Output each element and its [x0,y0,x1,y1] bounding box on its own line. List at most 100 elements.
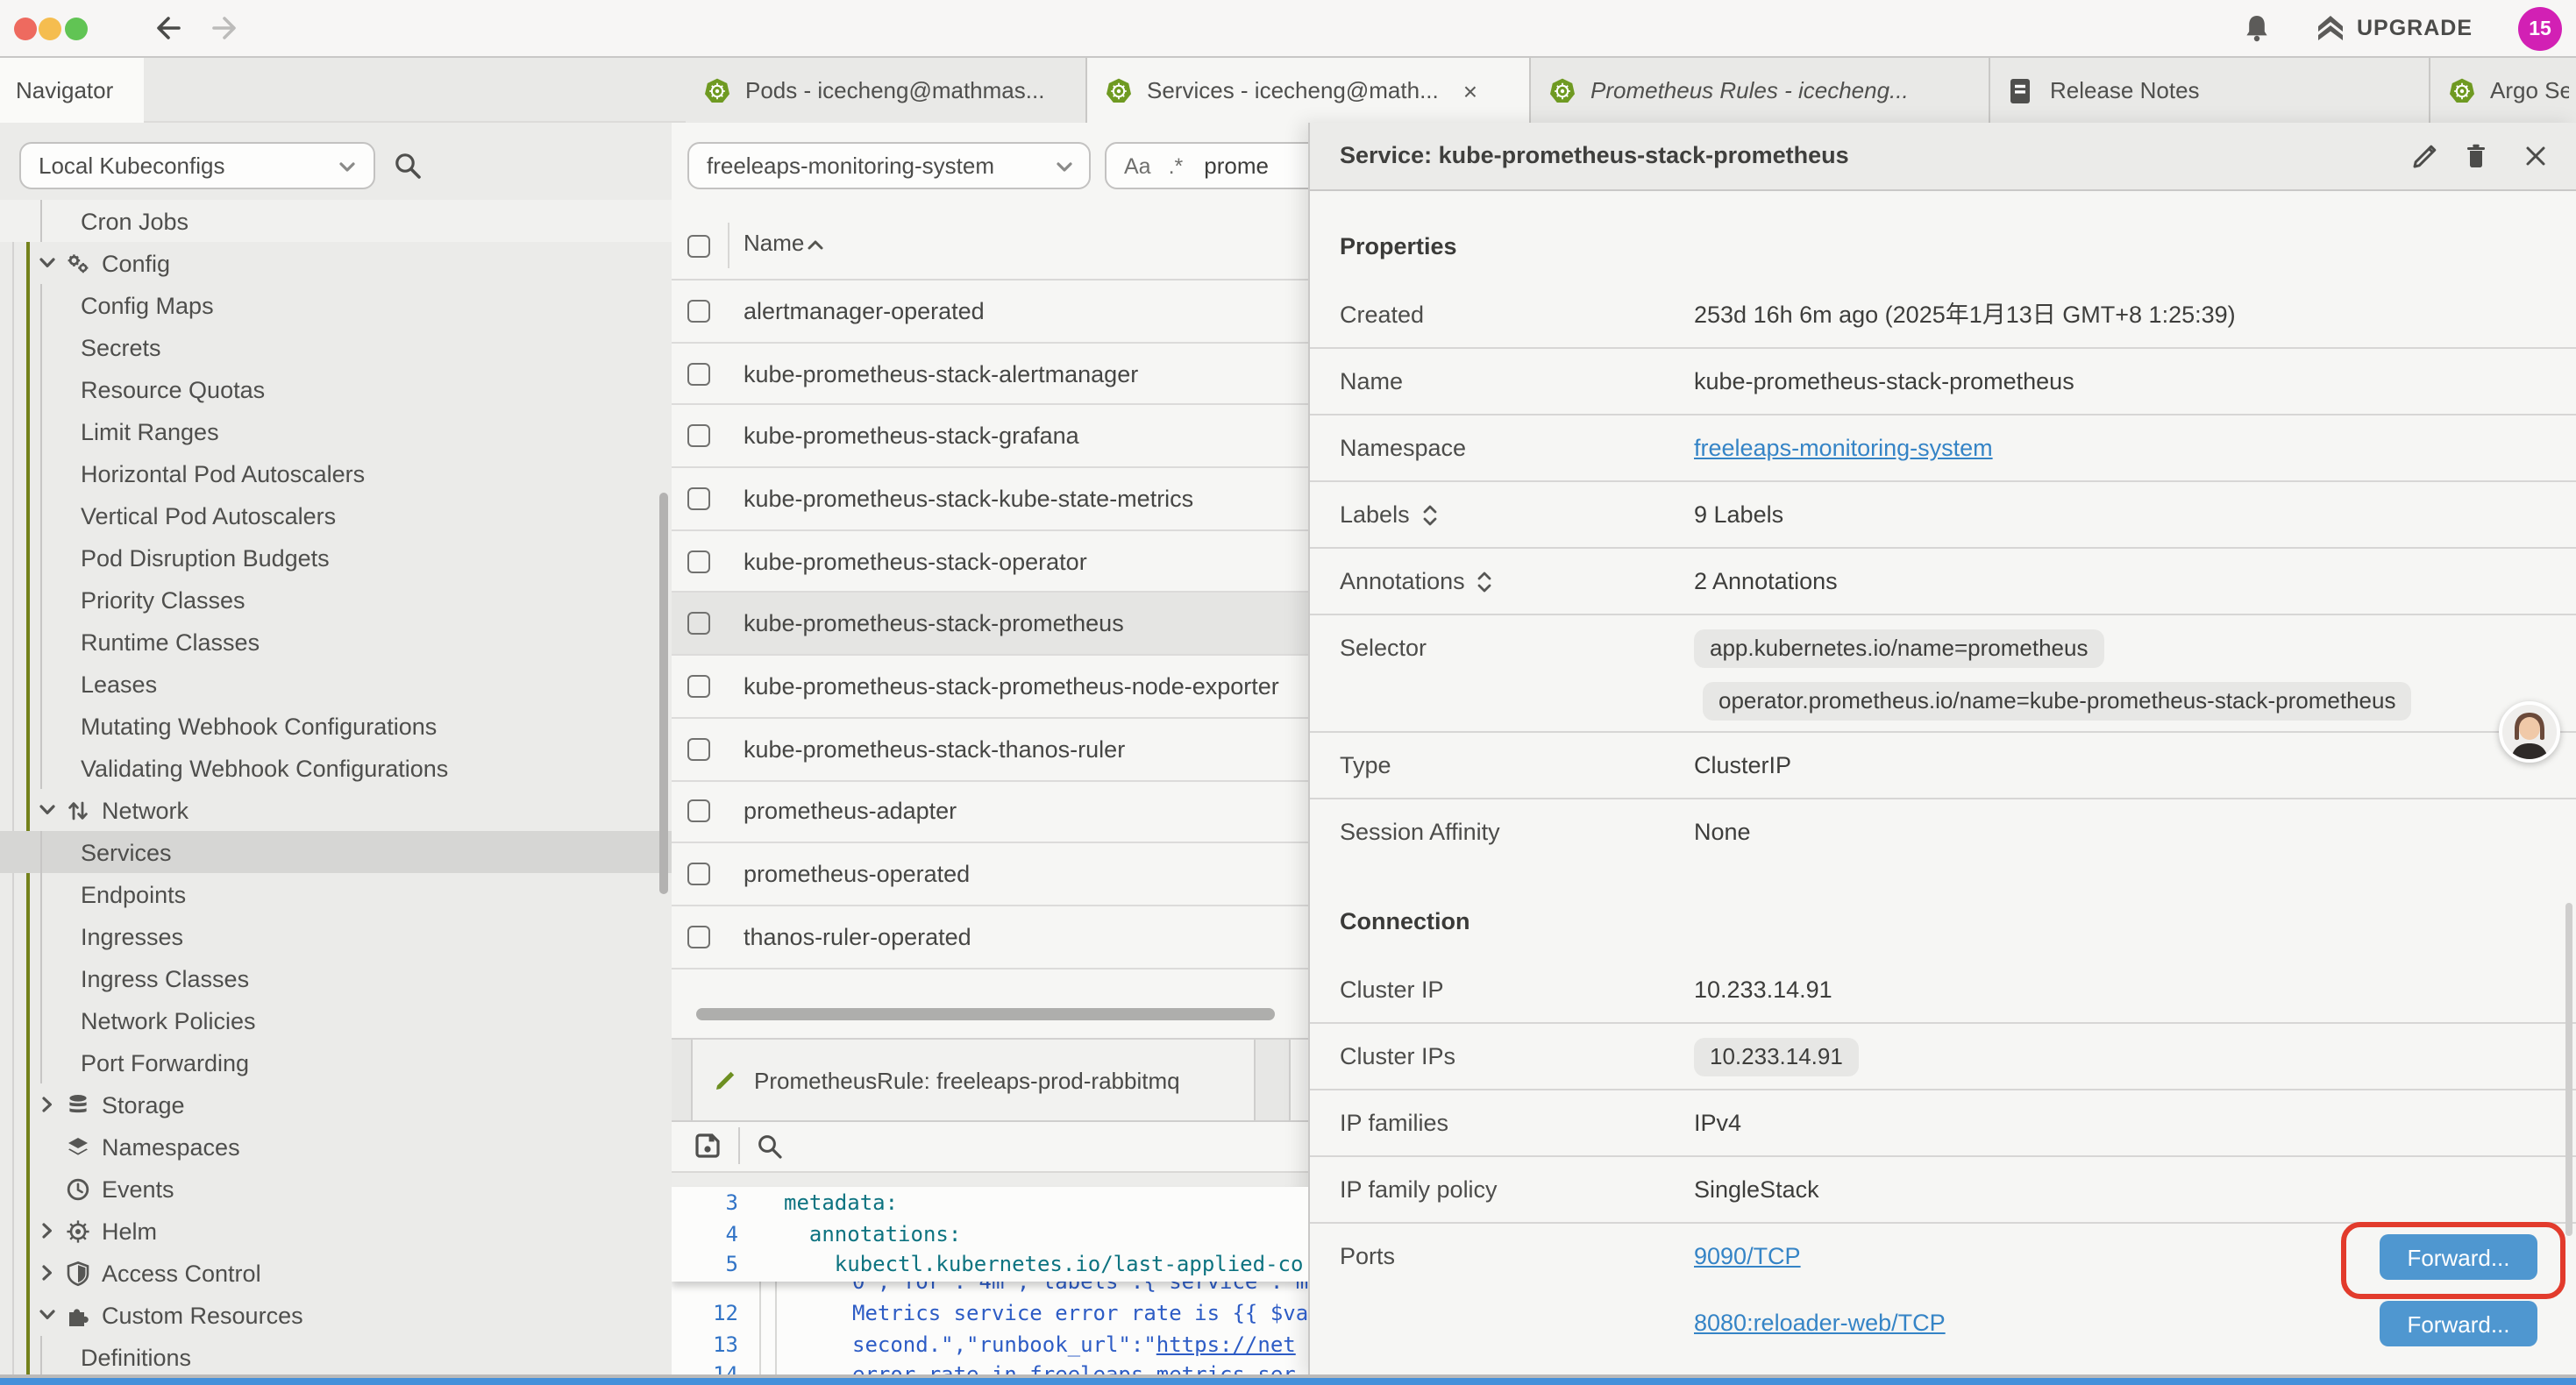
namespace-link[interactable]: freeleaps-monitoring-system [1694,416,1993,482]
runbook-url-link[interactable]: https://net [1156,1332,1296,1356]
chevron-right-icon[interactable] [35,1261,60,1285]
sidebar-item-ingress-classes[interactable]: Ingress Classes [0,957,672,999]
upgrade-button[interactable]: UPGRADE [2357,16,2473,40]
editor-tab-prometheusrule[interactable]: PrometheusRule: freeleaps-prod-rabbitmq [691,1040,1256,1120]
sidebar-item-horizontal-pod-autoscalers[interactable]: Horizontal Pod Autoscalers [0,452,672,494]
row-checkbox[interactable] [687,737,710,760]
sort-icon[interactable] [1420,503,1440,528]
row-checkbox[interactable] [687,613,710,636]
sidebar-item-mutating-webhook-configurations[interactable]: Mutating Webhook Configurations [0,705,672,747]
row-checkbox[interactable] [687,800,710,823]
chevron-down-icon[interactable] [35,798,60,822]
sort-icon[interactable] [1476,570,1495,594]
sidebar-item-priority-classes[interactable]: Priority Classes [0,579,672,621]
sidebar-item-custom-resources[interactable]: Custom Resources [0,1294,672,1336]
tab-prometheus-rules-icecheng[interactable]: Prometheus Rules - icecheng... [1531,58,1990,123]
port-link[interactable]: 9090/TCP [1694,1224,1801,1290]
sidebar-item-namespaces[interactable]: Namespaces [0,1126,672,1168]
table-row-thanos-ruler-operated[interactable]: thanos-ruler-operated [672,906,1308,969]
close-tab-icon[interactable]: × [1463,76,1477,104]
row-checkbox[interactable] [687,362,710,385]
yaml-editor[interactable]: 3metadata:4 annotations:5 kubectl.kubern… [672,1187,1308,1378]
sidebar-item-events[interactable]: Events [0,1168,672,1210]
row-checkbox[interactable] [687,300,710,323]
select-all-checkbox[interactable] [687,235,710,258]
close-window-button[interactable] [14,18,37,40]
zoom-window-button[interactable] [65,18,88,40]
close-icon[interactable] [2522,142,2550,170]
assistant-avatar[interactable] [2499,701,2560,763]
save-icon[interactable] [693,1131,722,1161]
port-link[interactable]: 8080:reloader-web/TCP [1694,1290,1946,1357]
name-column-header[interactable]: Name [744,230,804,256]
editor-tab-partial[interactable] [1289,1040,1308,1120]
back-icon[interactable] [151,11,186,46]
sidebar-search-icon[interactable] [393,151,423,181]
chevron-right-icon[interactable] [35,1092,60,1117]
row-checkbox[interactable] [687,675,710,698]
table-row-kube-prometheus-stack-grafana[interactable]: kube-prometheus-stack-grafana [672,406,1308,468]
row-checkbox[interactable] [687,550,710,572]
chevron-down-icon[interactable] [35,1303,60,1327]
tab-argo-se[interactable]: Argo Se [2430,58,2576,123]
sidebar-item-network[interactable]: Network [0,789,672,831]
kubeconfig-selector[interactable]: Local Kubeconfigs [19,142,375,189]
sidebar-item-limit-ranges[interactable]: Limit Ranges [0,410,672,452]
tab-pods-icecheng-mathmas[interactable]: Pods - icecheng@mathmas... [686,58,1087,123]
table-row-kube-prometheus-stack-kube-state-metrics[interactable]: kube-prometheus-stack-kube-state-metrics [672,468,1308,530]
edit-icon[interactable] [2411,142,2439,170]
match-case-toggle[interactable]: Aa [1124,153,1151,178]
namespace-filter-dropdown[interactable]: freeleaps-monitoring-system [687,142,1091,189]
notification-count-badge[interactable]: 15 [2518,7,2562,51]
sidebar-item-leases[interactable]: Leases [0,663,672,705]
row-checkbox[interactable] [687,487,710,510]
sidebar-item-access-control[interactable]: Access Control [0,1252,672,1294]
sidebar-item-resource-quotas[interactable]: Resource Quotas [0,368,672,410]
row-checkbox[interactable] [687,863,710,885]
minimize-window-button[interactable] [39,18,61,40]
row-checkbox[interactable] [687,925,710,948]
table-row-alertmanager-operated[interactable]: alertmanager-operated [672,281,1308,343]
table-row-prometheus-operated[interactable]: prometheus-operated [672,843,1308,906]
editor-search-icon[interactable] [756,1133,784,1161]
sidebar-item-pod-disruption-budgets[interactable]: Pod Disruption Budgets [0,536,672,579]
horizontal-scrollbar[interactable] [696,1008,1275,1020]
tab-services-icecheng-math[interactable]: Services - icecheng@math...× [1087,58,1531,123]
sidebar-item-secrets[interactable]: Secrets [0,326,672,368]
sidebar-item-endpoints[interactable]: Endpoints [0,873,672,915]
table-row-kube-prometheus-stack-thanos-ruler[interactable]: kube-prometheus-stack-thanos-ruler [672,719,1308,781]
sidebar-item-services[interactable]: Services [0,831,672,873]
sidebar-item-storage[interactable]: Storage [0,1083,672,1126]
sidebar-item-config[interactable]: Config [0,242,672,284]
navigator-panel-tab[interactable]: Navigator [0,58,144,123]
chevron-down-icon[interactable] [35,251,60,275]
delete-icon[interactable] [2462,142,2490,170]
sidebar-item-validating-webhook-configurations[interactable]: Validating Webhook Configurations [0,747,672,789]
forward-icon[interactable] [207,11,242,46]
details-scrollbar[interactable] [2565,903,2572,1236]
regex-toggle[interactable]: .* [1169,153,1184,178]
sidebar-item-vertical-pod-autoscalers[interactable]: Vertical Pod Autoscalers [0,494,672,536]
chevron-right-icon[interactable] [35,1218,60,1243]
sidebar-item-port-forwarding[interactable]: Port Forwarding [0,1041,672,1083]
table-row-kube-prometheus-stack-operator[interactable]: kube-prometheus-stack-operator [672,531,1308,593]
table-row-kube-prometheus-stack-prometheus[interactable]: kube-prometheus-stack-prometheus [672,593,1308,656]
forward-button[interactable]: Forward... [2380,1301,2537,1346]
sidebar-item-network-policies[interactable]: Network Policies [0,999,672,1041]
sidebar-scrollbar[interactable] [659,493,668,894]
sort-ascending-icon[interactable] [805,235,826,256]
sidebar-item-cron-jobs[interactable]: Cron Jobs [0,200,672,242]
tab-release-notes[interactable]: Release Notes [1990,58,2430,123]
forward-button[interactable]: Forward... [2380,1234,2537,1280]
upgrade-icon[interactable] [2315,12,2346,44]
sidebar-item-helm[interactable]: Helm [0,1210,672,1252]
resource-search-input[interactable]: Aa .* prome [1105,142,1308,189]
notifications-bell-icon[interactable] [2241,12,2273,44]
sidebar-item-runtime-classes[interactable]: Runtime Classes [0,621,672,663]
table-row-prometheus-adapter[interactable]: prometheus-adapter [672,781,1308,843]
sidebar-item-definitions[interactable]: Definitions [0,1336,672,1378]
row-checkbox[interactable] [687,424,710,447]
sidebar-item-config-maps[interactable]: Config Maps [0,284,672,326]
table-row-kube-prometheus-stack-alertmanager[interactable]: kube-prometheus-stack-alertmanager [672,343,1308,405]
table-row-kube-prometheus-stack-prometheus-node-exporter[interactable]: kube-prometheus-stack-prometheus-node-ex… [672,656,1308,718]
